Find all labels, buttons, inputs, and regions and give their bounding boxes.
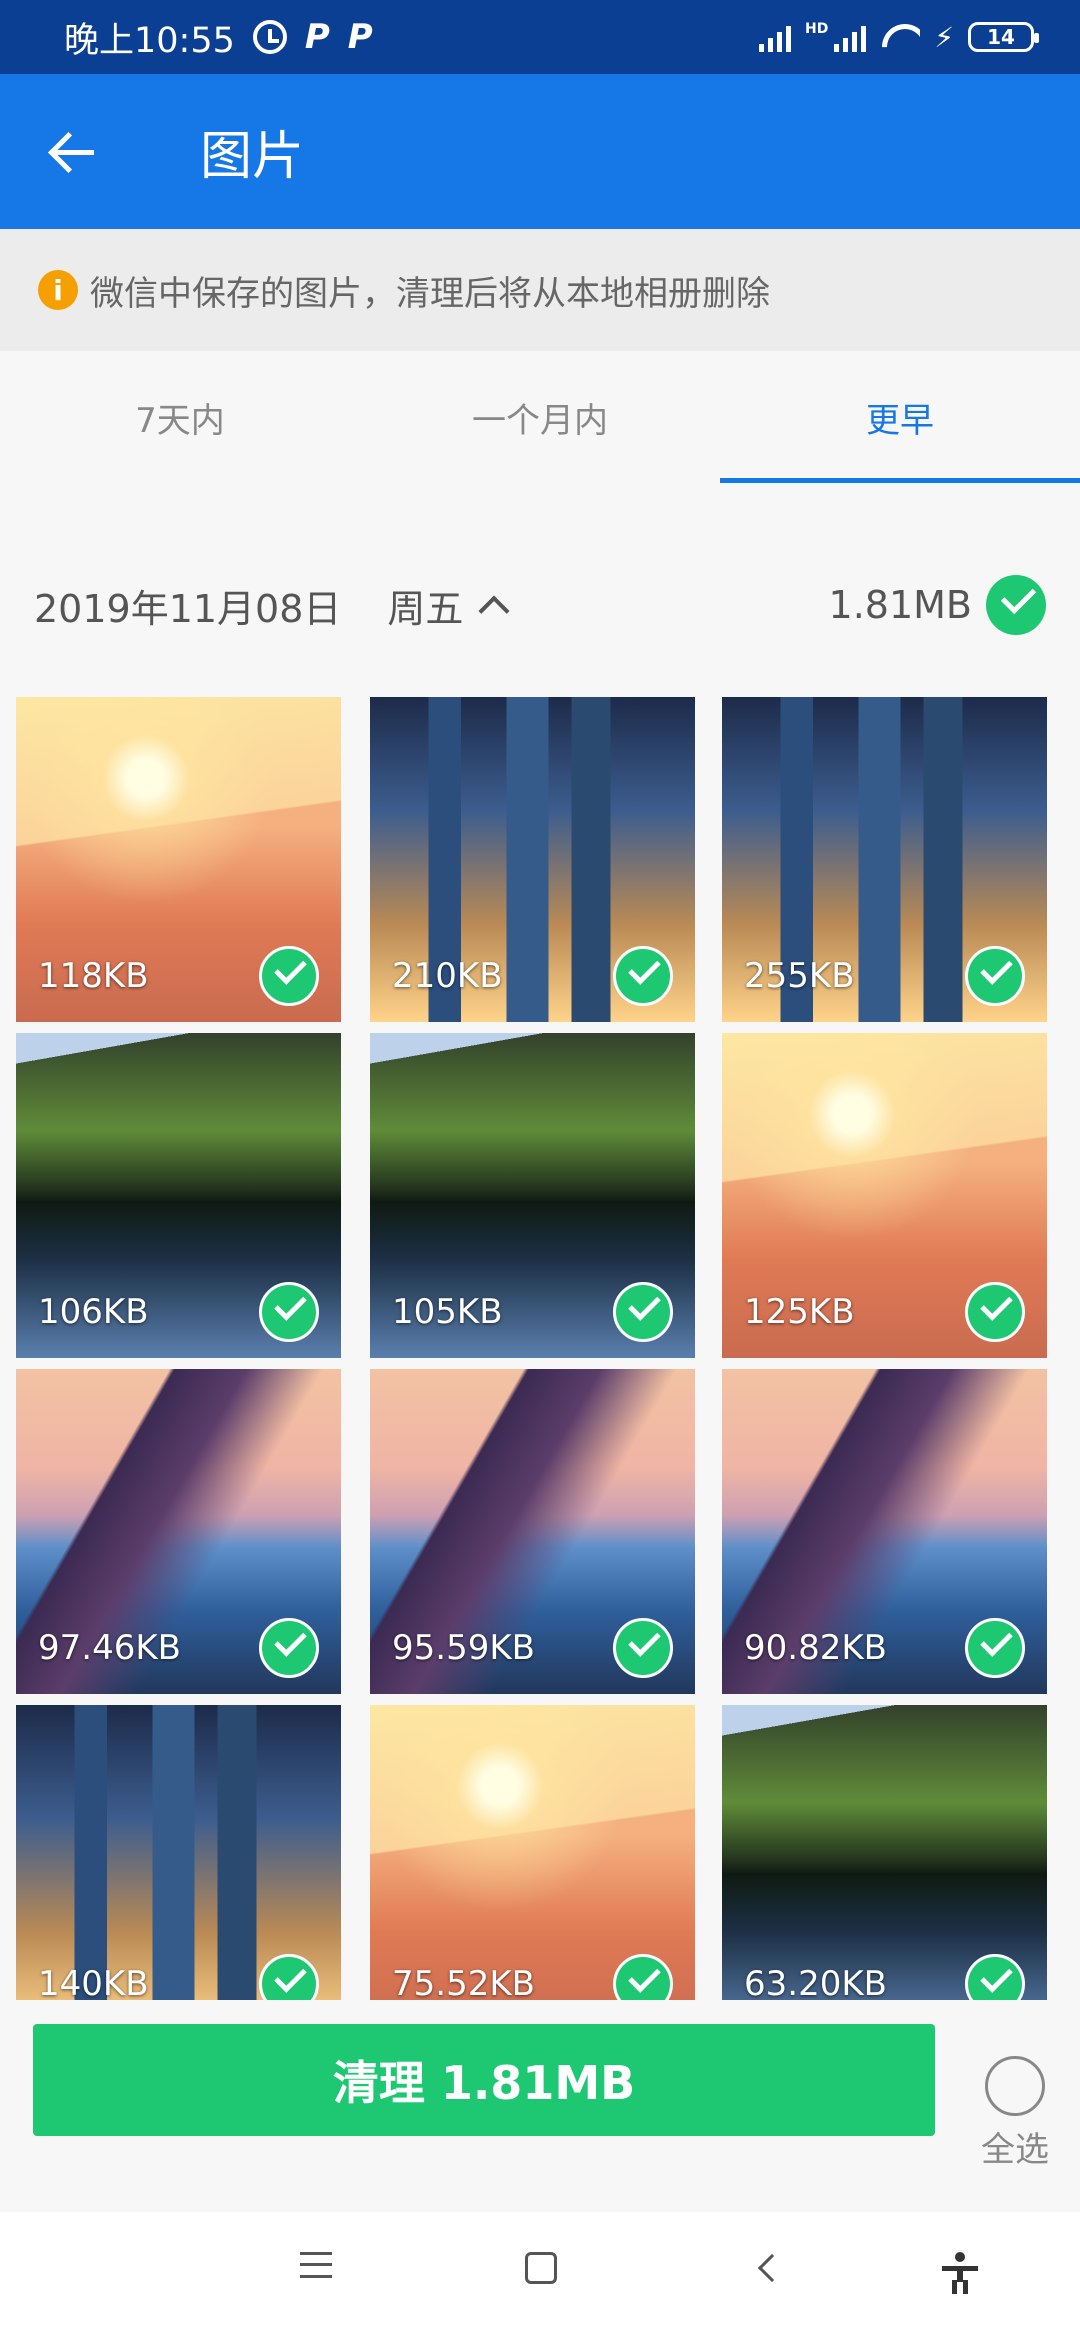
image-size: 118KB xyxy=(38,956,149,996)
home-icon[interactable] xyxy=(525,2252,557,2284)
bottom-action-bar: 清理 1.81MB 全选 xyxy=(0,2000,1080,2212)
check-icon[interactable] xyxy=(613,1282,673,1342)
image-size: 125KB xyxy=(744,1292,855,1332)
group-check-icon[interactable] xyxy=(986,575,1046,635)
image-thumb[interactable]: 140KB xyxy=(16,1705,341,2000)
check-icon[interactable] xyxy=(259,946,319,1006)
back-arrow-icon[interactable] xyxy=(38,112,118,192)
check-icon[interactable] xyxy=(965,1282,1025,1342)
image-thumb[interactable]: 97.46KB xyxy=(16,1369,341,1694)
system-nav-bar xyxy=(0,2212,1080,2340)
image-grid: 118KB 210KB 255KB 106KB 105KB 125KB 97.4… xyxy=(0,695,1080,2000)
wifi-icon xyxy=(880,22,920,52)
info-icon: i xyxy=(38,270,78,310)
check-icon[interactable] xyxy=(259,1618,319,1678)
hd-badge: HD xyxy=(804,20,829,37)
image-thumb[interactable]: 106KB xyxy=(16,1033,341,1358)
image-thumb[interactable]: 105KB xyxy=(370,1033,695,1358)
image-thumb[interactable]: 255KB xyxy=(722,697,1047,1022)
select-all-radio-icon[interactable] xyxy=(985,2056,1045,2116)
tab-one-month[interactable]: 一个月内 xyxy=(360,351,720,483)
check-icon[interactable] xyxy=(965,1618,1025,1678)
signal-icon xyxy=(758,22,791,52)
image-size: 63.20KB xyxy=(744,1964,887,2000)
image-size: 95.59KB xyxy=(392,1628,535,1668)
check-icon[interactable] xyxy=(965,1954,1025,2000)
image-size: 105KB xyxy=(392,1292,503,1332)
app-notification-icon: P xyxy=(347,17,373,57)
image-thumb[interactable]: 95.59KB xyxy=(370,1369,695,1694)
page-title: 图片 xyxy=(200,127,305,187)
battery-icon: 14 xyxy=(968,22,1039,52)
tab-bar: 7天内 一个月内 更早 xyxy=(0,351,1080,483)
image-size: 140KB xyxy=(38,1964,149,2000)
select-all-toggle[interactable]: 全选 xyxy=(976,2056,1054,2171)
group-total-size: 1.81MB xyxy=(828,583,972,627)
status-left: 晚上10:55 P P xyxy=(64,12,373,63)
image-size: 210KB xyxy=(392,956,503,996)
check-icon[interactable] xyxy=(259,1954,319,2000)
image-size: 255KB xyxy=(744,956,855,996)
select-all-label: 全选 xyxy=(981,2130,1049,2170)
tab-earlier[interactable]: 更早 xyxy=(720,351,1080,483)
check-icon[interactable] xyxy=(613,946,673,1006)
image-thumb[interactable]: 125KB xyxy=(722,1033,1047,1358)
clean-button[interactable]: 清理 1.81MB xyxy=(33,2024,935,2136)
group-date: 2019年11月08日 xyxy=(34,586,342,631)
nav-back-icon[interactable] xyxy=(757,2253,787,2283)
check-icon[interactable] xyxy=(259,1282,319,1342)
image-thumb[interactable]: 75.52KB xyxy=(370,1705,695,2000)
image-size: 97.46KB xyxy=(38,1628,181,1668)
alarm-icon xyxy=(252,20,287,54)
check-icon[interactable] xyxy=(965,946,1025,1006)
chevron-up-icon[interactable] xyxy=(478,595,510,627)
app-bar: 图片 xyxy=(0,74,1080,229)
image-thumb[interactable]: 210KB xyxy=(370,697,695,1022)
image-thumb[interactable]: 90.82KB xyxy=(722,1369,1047,1694)
signal-icon xyxy=(834,22,867,52)
group-weekday: 周五 xyxy=(387,586,464,631)
notice-banner: i 微信中保存的图片，清理后将从本地相册删除 xyxy=(0,229,1080,351)
menu-icon[interactable] xyxy=(300,2252,332,2278)
image-size: 90.82KB xyxy=(744,1628,887,1668)
app-notification-icon: P xyxy=(304,17,330,57)
status-bar: 晚上10:55 P P HD ⚡ 14 xyxy=(0,0,1080,74)
image-size: 106KB xyxy=(38,1292,149,1332)
image-thumb[interactable]: 118KB xyxy=(16,697,341,1022)
status-right: HD ⚡ 14 xyxy=(758,20,1039,54)
date-group-header[interactable]: 2019年11月08日 周五 1.81MB xyxy=(0,555,1080,655)
accessibility-icon[interactable] xyxy=(940,2252,980,2294)
tab-7-days[interactable]: 7天内 xyxy=(0,351,360,483)
check-icon[interactable] xyxy=(613,1954,673,2000)
image-size: 75.52KB xyxy=(392,1964,535,2000)
image-thumb[interactable]: 63.20KB xyxy=(722,1705,1047,2000)
charging-icon: ⚡ xyxy=(934,20,954,54)
check-icon[interactable] xyxy=(613,1618,673,1678)
clock: 晚上10:55 xyxy=(64,20,235,61)
notice-text: 微信中保存的图片，清理后将从本地相册删除 xyxy=(90,273,770,314)
